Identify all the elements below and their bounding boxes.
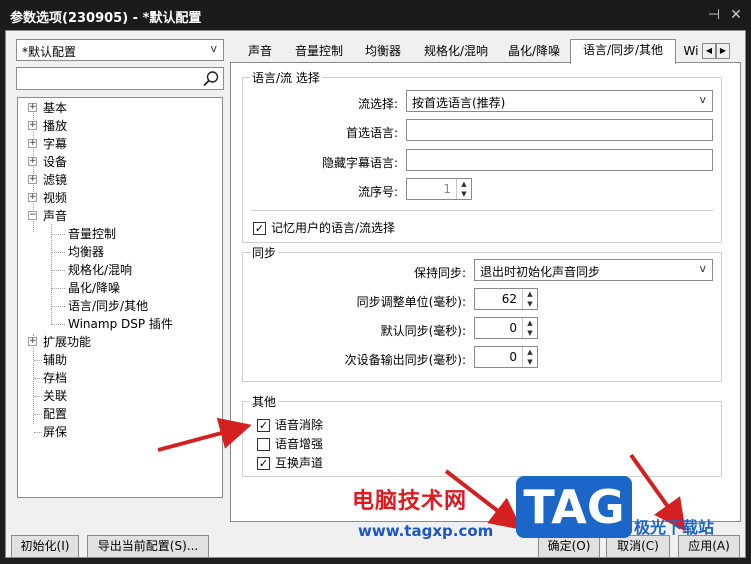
annotation-arrows	[157, 417, 686, 532]
arrow-to-voice-cancel	[157, 417, 252, 452]
watermark-logo: TAG	[516, 476, 632, 538]
tab-lang-sync[interactable]: 语言/同步/其他	[570, 39, 676, 64]
watermark-url: www.tagxp.com	[358, 522, 494, 540]
watermark-brand: 极光下载站	[634, 518, 715, 537]
watermark-site-name: 电脑技术网	[352, 489, 468, 514]
